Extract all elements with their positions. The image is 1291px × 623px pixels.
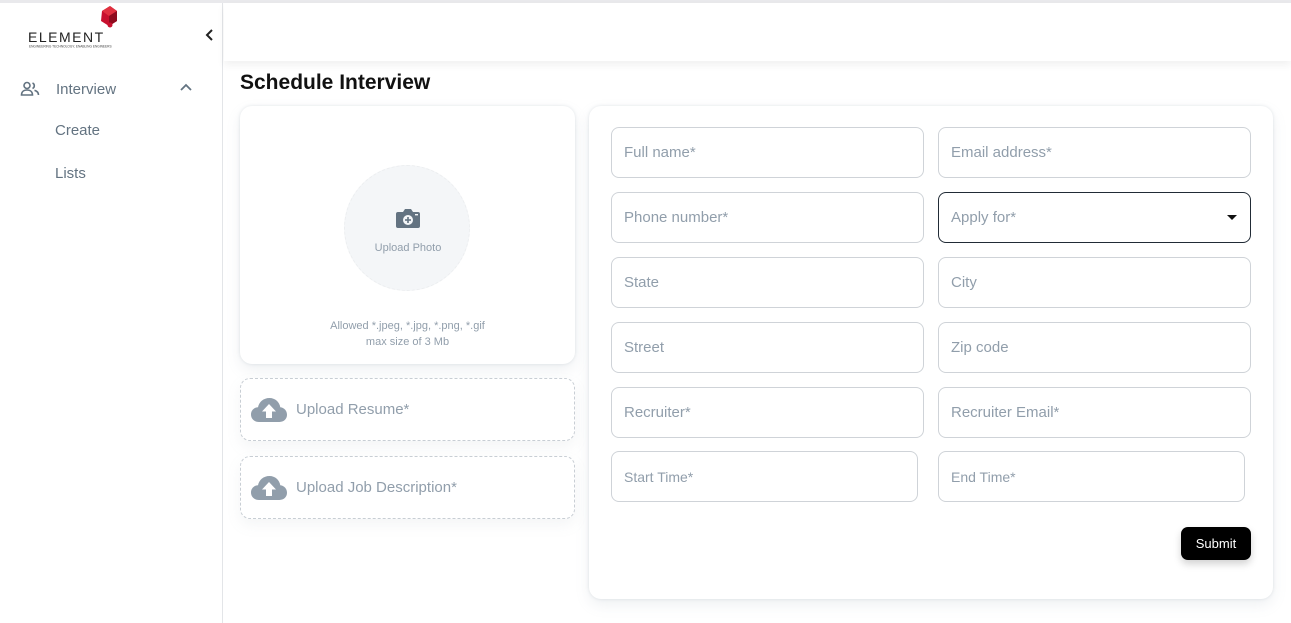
photo-upload-card: Upload Photo Allowed *.jpeg, *.jpg, *.pn…	[240, 106, 575, 364]
logo-wordmark: ELEMENT	[28, 29, 105, 45]
submit-button[interactable]: Submit	[1181, 527, 1251, 560]
end-time-field[interactable]	[938, 451, 1245, 502]
cloud-upload-icon	[251, 397, 287, 422]
page-title: Schedule Interview	[240, 71, 431, 94]
full-name-field[interactable]	[611, 127, 924, 178]
start-time-input[interactable]	[612, 452, 917, 501]
recruiter-input[interactable]	[612, 388, 923, 437]
collapse-sidebar-button[interactable]	[199, 24, 221, 46]
add-photo-camera-icon	[396, 209, 420, 228]
sidebar-item-lists[interactable]: Lists	[0, 152, 222, 195]
apply-for-select[interactable]: Apply for*	[938, 192, 1251, 243]
upload-job-description-button[interactable]: Upload Job Description*	[240, 456, 575, 519]
state-field[interactable]	[611, 257, 924, 308]
full-name-input[interactable]	[612, 128, 923, 177]
phone-input[interactable]	[612, 193, 923, 242]
phone-field[interactable]	[611, 192, 924, 243]
sidebar: ELEMENT ENGINEERING TECHNOLOGY, ENABLING…	[0, 3, 223, 623]
upload-job-description-label: Upload Job Description*	[296, 479, 457, 496]
upload-resume-label: Upload Resume*	[296, 401, 410, 418]
city-field[interactable]	[938, 257, 1251, 308]
people-icon	[20, 81, 40, 96]
upload-photo-label: Upload Photo	[374, 242, 442, 254]
top-header	[224, 3, 1291, 61]
dropdown-arrow-icon	[1227, 215, 1237, 220]
allowed-file-types: Allowed *.jpeg, *.jpg, *.png, *.gif max …	[240, 318, 575, 350]
element-logo[interactable]: ELEMENT ENGINEERING TECHNOLOGY, ENABLING…	[28, 5, 124, 51]
upload-resume-button[interactable]: Upload Resume*	[240, 378, 575, 441]
upload-photo-button[interactable]: Upload Photo	[344, 165, 470, 291]
city-input[interactable]	[939, 258, 1250, 307]
logo-cube-icon	[101, 6, 117, 28]
recruiter-field[interactable]	[611, 387, 924, 438]
sidebar-item-interview[interactable]: Interview	[0, 69, 222, 109]
apply-for-label: Apply for*	[951, 209, 1017, 226]
email-input[interactable]	[939, 128, 1250, 177]
street-input[interactable]	[612, 323, 923, 372]
recruiter-email-input[interactable]	[939, 388, 1250, 437]
zip-code-input[interactable]	[939, 323, 1250, 372]
sidebar-nav: Interview Create Lists	[0, 69, 222, 195]
chevron-up-icon	[180, 83, 192, 91]
end-time-input[interactable]	[939, 452, 1244, 501]
street-field[interactable]	[611, 322, 924, 373]
state-input[interactable]	[612, 258, 923, 307]
max-size-text: max size of 3 Mb	[365, 336, 450, 348]
email-field[interactable]	[938, 127, 1251, 178]
zip-code-field[interactable]	[938, 322, 1251, 373]
cloud-upload-icon	[251, 475, 287, 500]
sidebar-item-label: Interview	[56, 80, 117, 98]
start-time-field[interactable]	[611, 451, 918, 502]
logo-tagline: ENGINEERING TECHNOLOGY, ENABLING ENGINEE…	[29, 45, 112, 49]
sidebar-item-create[interactable]: Create	[0, 109, 222, 152]
interview-form-card: Apply for* Submit	[589, 106, 1273, 599]
allowed-formats-text: Allowed *.jpeg, *.jpg, *.png, *.gif	[330, 320, 485, 332]
recruiter-email-field[interactable]	[938, 387, 1251, 438]
chevron-left-icon	[205, 29, 213, 41]
